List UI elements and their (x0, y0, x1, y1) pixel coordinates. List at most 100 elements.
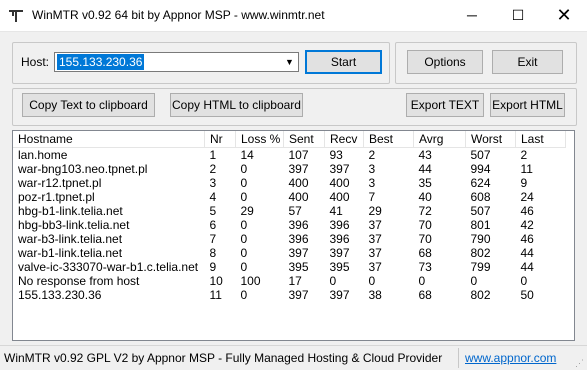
cell-loss: 0 (240, 260, 248, 274)
table-header: Hostname Nr Loss % Sent Recv Best Avrg W… (13, 131, 566, 148)
cell-nr: 1 (209, 148, 217, 162)
table-row[interactable]: hbg-b1-link.telia.net 5 29 57 41 29 72 507 46 (13, 204, 566, 218)
cell-last: 0 (520, 274, 528, 288)
title-bar[interactable]: WinMTR v0.92 64 bit by Appnor MSP - www.… (0, 0, 587, 32)
cell-nr: 9 (209, 260, 217, 274)
column-header-loss[interactable]: Loss % (235, 131, 284, 148)
export-html-button[interactable]: Export HTML (490, 93, 565, 117)
cell-recv: 0 (329, 274, 337, 288)
cell-sent: 396 (288, 232, 309, 246)
cell-sent: 400 (288, 176, 309, 190)
table-row[interactable]: war-r12.tpnet.pl 3 0 400 400 3 35 624 9 (13, 176, 566, 190)
cell-sent: 395 (288, 260, 309, 274)
cell-last: 2 (520, 148, 528, 162)
cell-worst: 802 (470, 246, 491, 260)
exit-button[interactable]: Exit (492, 50, 563, 74)
cell-worst: 802 (470, 288, 491, 302)
cell-worst: 799 (470, 260, 491, 274)
cell-avrg: 70 (418, 232, 432, 246)
cell-loss: 0 (240, 190, 248, 204)
cell-hostname: lan.home (18, 148, 68, 162)
column-header-recv[interactable]: Recv (324, 131, 364, 148)
column-header-avrg[interactable]: Avrg (413, 131, 466, 148)
cell-best: 37 (368, 260, 382, 274)
cell-last: 44 (520, 246, 534, 260)
table-row[interactable]: poz-r1.tpnet.pl 4 0 400 400 7 40 608 24 (13, 190, 566, 204)
cell-nr: 4 (209, 190, 217, 204)
host-input[interactable]: 155.133.230.36 (57, 54, 145, 70)
status-bar: WinMTR v0.92 GPL V2 by Appnor MSP - Full… (0, 345, 587, 370)
cell-recv: 396 (329, 218, 350, 232)
cell-last: 24 (520, 190, 534, 204)
results-table: Hostname Nr Loss % Sent Recv Best Avrg W… (13, 131, 566, 302)
table-row[interactable]: war-bng103.neo.tpnet.pl 2 0 397 397 3 44 994 11 (13, 162, 566, 176)
cell-last: 9 (520, 176, 528, 190)
appnor-link[interactable]: www.appnor.com (465, 351, 556, 365)
cell-best: 7 (368, 190, 376, 204)
cell-worst: 608 (470, 190, 491, 204)
cell-avrg: 70 (418, 218, 432, 232)
host-combobox[interactable]: 155.133.230.36 ▼ (54, 52, 299, 72)
cell-worst: 0 (470, 274, 478, 288)
cell-best: 37 (368, 232, 382, 246)
cell-best: 3 (368, 176, 376, 190)
cell-sent: 107 (288, 148, 309, 162)
results-listview[interactable]: Hostname Nr Loss % Sent Recv Best Avrg W… (12, 130, 575, 341)
cell-nr: 10 (209, 274, 223, 288)
cell-last: 44 (520, 260, 534, 274)
table-row[interactable]: valve-ic-333070-war-b1.c.telia.net 9 0 395 3… (13, 260, 566, 274)
table-row[interactable]: hbg-bb3-link.telia.net 6 0 396 396 37 70 801 42 (13, 218, 566, 232)
cell-best: 37 (368, 218, 382, 232)
cell-avrg: 35 (418, 176, 432, 190)
close-button[interactable]: ✕ (541, 0, 587, 31)
export-text-button[interactable]: Export TEXT (406, 93, 484, 117)
cell-best: 29 (368, 204, 382, 218)
cell-best: 37 (368, 246, 382, 260)
cell-loss: 0 (240, 176, 248, 190)
table-row[interactable]: No response from host 10 100 17 0 0 0 0 0 (13, 274, 566, 288)
cell-worst: 507 (470, 148, 491, 162)
minimize-button[interactable]: ─ (449, 0, 495, 31)
copy-text-button[interactable]: Copy Text to clipboard (22, 93, 155, 117)
cell-hostname: No response from host (18, 274, 140, 288)
column-header-last[interactable]: Last (515, 131, 566, 148)
table-row[interactable]: war-b3-link.telia.net 7 0 396 396 37 70 790 46 (13, 232, 566, 246)
cell-loss: 0 (240, 162, 248, 176)
resize-grip-icon[interactable]: ⋰ (575, 358, 585, 368)
cell-hostname: hbg-b1-link.telia.net (18, 204, 123, 218)
cell-recv: 395 (329, 260, 350, 274)
cell-avrg: 44 (418, 162, 432, 176)
cell-avrg: 73 (418, 260, 432, 274)
copy-html-button[interactable]: Copy HTML to clipboard (170, 93, 303, 117)
column-header-best[interactable]: Best (363, 131, 414, 148)
cell-last: 46 (520, 232, 534, 246)
cell-recv: 41 (329, 204, 343, 218)
chevron-down-icon[interactable]: ▼ (280, 53, 298, 71)
cell-worst: 624 (470, 176, 491, 190)
cell-hostname: war-bng103.neo.tpnet.pl (18, 162, 148, 176)
cell-hostname: poz-r1.tpnet.pl (18, 190, 95, 204)
cell-recv: 396 (329, 232, 350, 246)
maximize-button[interactable]: ☐ (495, 0, 541, 31)
table-row[interactable]: lan.home 1 14 107 93 2 43 507 2 (13, 148, 566, 163)
window-title: WinMTR v0.92 64 bit by Appnor MSP - www.… (32, 8, 325, 22)
cell-avrg: 68 (418, 288, 432, 302)
status-text: WinMTR v0.92 GPL V2 by Appnor MSP - Full… (4, 351, 443, 365)
cell-recv: 400 (329, 176, 350, 190)
column-header-nr[interactable]: Nr (204, 131, 236, 148)
options-button[interactable]: Options (407, 50, 483, 74)
column-header-sent[interactable]: Sent (283, 131, 325, 148)
winmtr-app-icon (9, 10, 23, 22)
cell-hostname: hbg-bb3-link.telia.net (18, 218, 130, 232)
cell-hostname: war-r12.tpnet.pl (18, 176, 102, 190)
start-button[interactable]: Start (305, 50, 382, 74)
column-header-hostname[interactable]: Hostname (13, 131, 205, 148)
table-row[interactable]: war-b1-link.telia.net 8 0 397 397 37 68 802 44 (13, 246, 566, 260)
cell-loss: 0 (240, 288, 248, 302)
table-row[interactable]: 155.133.230.36 11 0 397 397 38 68 802 50 (13, 288, 566, 302)
cell-nr: 7 (209, 232, 217, 246)
cell-sent: 57 (288, 204, 302, 218)
cell-loss: 29 (240, 204, 254, 218)
cell-sent: 397 (288, 246, 309, 260)
column-header-worst[interactable]: Worst (465, 131, 516, 148)
